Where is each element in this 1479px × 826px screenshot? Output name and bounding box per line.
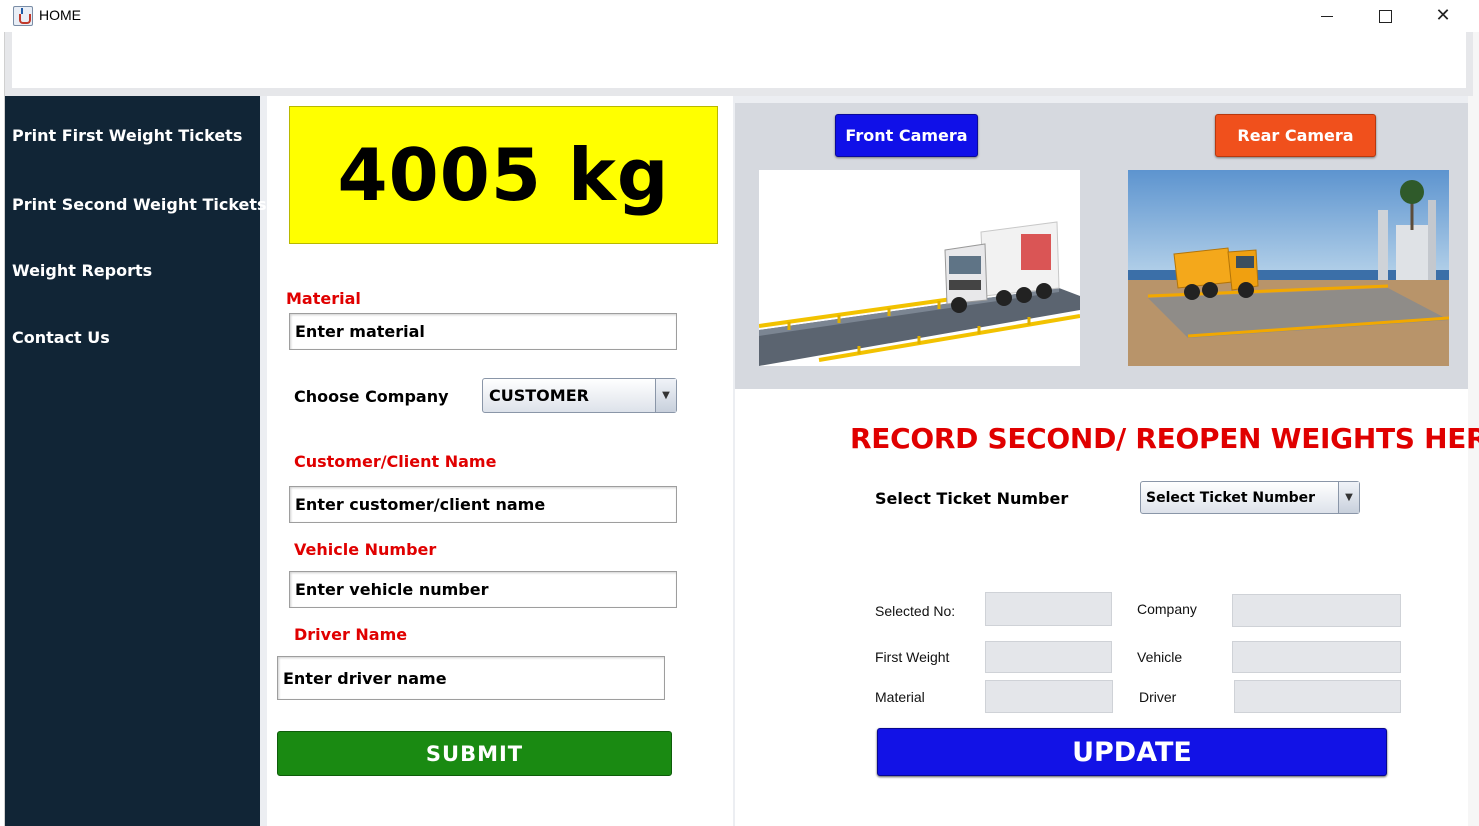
minimize-button[interactable] — [1299, 0, 1355, 32]
first-weight-label: First Weight — [875, 649, 950, 665]
vehicle-value-label: Vehicle — [1137, 649, 1183, 665]
company-value-label: Company — [1137, 601, 1197, 617]
front-camera-image — [759, 170, 1080, 366]
material-input[interactable]: Enter material — [289, 313, 677, 350]
driver-value — [1234, 680, 1401, 713]
sidebar-item-weight-reports[interactable]: Weight Reports — [12, 261, 152, 280]
selected-no-label: Selected No: — [875, 603, 956, 619]
sidebar-item-print-second-weight-tickets[interactable]: Print Second Weight Tickets — [12, 195, 267, 214]
customer-label: Customer/Client Name — [294, 452, 497, 471]
update-button[interactable]: UPDATE — [877, 728, 1387, 776]
material-label: Material — [286, 289, 361, 308]
vehicle-label: Vehicle Number — [294, 540, 437, 559]
close-button[interactable]: ✕ — [1415, 0, 1471, 32]
minimize-icon — [1321, 15, 1333, 17]
company-select-value: CUSTOMER — [489, 386, 589, 405]
maximize-button[interactable] — [1357, 0, 1413, 32]
top-panel — [5, 32, 1473, 96]
vehicle-input[interactable]: Enter vehicle number — [289, 571, 677, 608]
sidebar-item-contact-us[interactable]: Contact Us — [12, 328, 110, 347]
company-label: Choose Company — [294, 387, 449, 406]
driver-input[interactable]: Enter driver name — [277, 656, 665, 700]
ticket-number-select[interactable]: Select Ticket Number ▼ — [1140, 481, 1360, 514]
rear-camera-button[interactable]: Rear Camera — [1215, 114, 1376, 157]
ticket-number-label: Select Ticket Number — [875, 489, 1069, 508]
weight-value: 4005 kg — [337, 133, 670, 217]
title-bar — [0, 0, 1479, 32]
material-value — [985, 680, 1113, 713]
rear-camera-image — [1128, 170, 1449, 366]
driver-label: Driver Name — [294, 625, 408, 644]
first-weight-value — [985, 641, 1112, 673]
maximize-icon — [1378, 9, 1392, 23]
vehicle-value — [1232, 641, 1401, 673]
driver-value-label: Driver — [1139, 689, 1177, 705]
material-value-label: Material — [875, 689, 925, 705]
weight-display: 4005 kg — [289, 106, 718, 244]
close-icon: ✕ — [1435, 5, 1451, 26]
chevron-down-icon: ▼ — [655, 379, 676, 412]
sidebar-item-print-first-weight-tickets[interactable]: Print First Weight Tickets — [12, 126, 242, 145]
window-title: HOME — [39, 7, 81, 23]
ticket-number-select-value: Select Ticket Number — [1146, 489, 1316, 506]
chevron-down-icon: ▼ — [1338, 482, 1359, 513]
company-select[interactable]: CUSTOMER ▼ — [482, 378, 677, 413]
submit-button[interactable]: SUBMIT — [277, 731, 672, 776]
customer-input[interactable]: Enter customer/client name — [289, 486, 677, 523]
front-camera-button[interactable]: Front Camera — [835, 114, 978, 157]
company-value — [1232, 594, 1401, 627]
selected-no-value — [985, 592, 1112, 626]
record-heading: RECORD SECOND/ REOPEN WEIGHTS HERE — [850, 422, 1479, 455]
java-app-icon — [13, 6, 33, 26]
